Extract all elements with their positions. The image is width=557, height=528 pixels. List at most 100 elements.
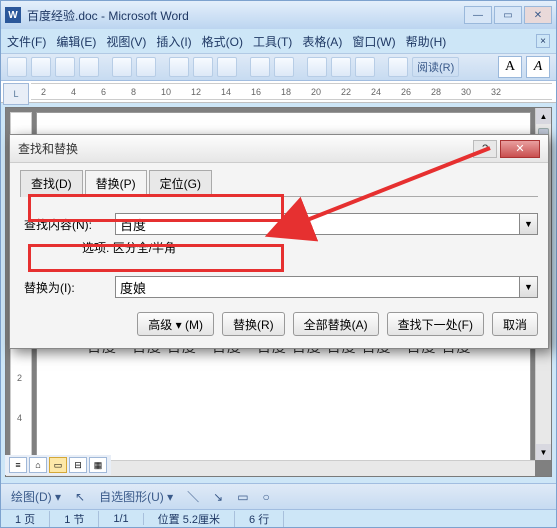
menu-view[interactable]: 视图(V) (106, 33, 146, 50)
tab-goto[interactable]: 定位(G) (149, 170, 212, 197)
outline-view-icon[interactable]: ⊟ (69, 457, 87, 473)
redo-icon[interactable] (274, 57, 294, 77)
menu-format[interactable]: 格式(O) (202, 33, 243, 50)
ruler-tick: 2 (41, 87, 46, 97)
open-icon[interactable] (31, 57, 51, 77)
menu-help[interactable]: 帮助(H) (406, 33, 447, 50)
vruler-tick: 4 (17, 413, 22, 423)
status-section: 1 节 (50, 511, 99, 527)
read-mode-button[interactable]: 阅读(R) (412, 57, 459, 77)
ruler-tick: 12 (191, 87, 201, 97)
rect-icon[interactable]: ▭ (233, 490, 252, 504)
maximize-button[interactable]: ▭ (494, 6, 522, 24)
cut-icon[interactable] (169, 57, 189, 77)
advanced-button[interactable]: 高级 ▾ (M) (137, 312, 214, 336)
status-pages: 1/1 (99, 513, 143, 525)
ruler-tick: 30 (461, 87, 471, 97)
scroll-down-icon[interactable]: ▼ (536, 444, 551, 460)
options-value: 区分全/半角 (113, 241, 176, 255)
dialog-title: 查找和替换 (18, 140, 470, 157)
ruler-tick: 10 (161, 87, 171, 97)
menu-file[interactable]: 文件(F) (7, 33, 46, 50)
find-label: 查找内容(N): (20, 216, 115, 233)
draw-menu[interactable]: 绘图(D) ▾ (7, 488, 65, 505)
copy-icon[interactable] (193, 57, 213, 77)
table-icon[interactable] (307, 57, 327, 77)
options-label: 选项: (82, 241, 109, 255)
dialog-body: 查找(D) 替换(P) 定位(G) 查找内容(N): ▼ 选项: 区分全/半角 … (10, 163, 548, 348)
normal-view-icon[interactable]: ≡ (9, 457, 27, 473)
show-marks-icon[interactable] (355, 57, 375, 77)
status-position: 位置 5.2厘米 (144, 511, 235, 527)
menu-window[interactable]: 窗口(W) (352, 33, 395, 50)
replace-label: 替换为(I): (20, 279, 115, 296)
ruler-corner: L (3, 83, 29, 105)
find-next-button[interactable]: 查找下一处(F) (387, 312, 484, 336)
replace-button[interactable]: 替换(R) (222, 312, 285, 336)
statusbar: 1 页 1 节 1/1 位置 5.2厘米 6 行 (1, 509, 556, 527)
standard-toolbar: 阅读(R) A A (1, 53, 556, 81)
status-page: 1 页 (1, 511, 50, 527)
preview-icon[interactable] (136, 57, 156, 77)
dialog-tabs: 查找(D) 替换(P) 定位(G) (20, 169, 538, 197)
menubar: 文件(F) 编辑(E) 视图(V) 插入(I) 格式(O) 工具(T) 表格(A… (1, 29, 556, 53)
dialog-close-button[interactable]: ✕ (500, 140, 540, 158)
word-icon: W (5, 7, 21, 23)
arrow-icon[interactable]: ↘ (209, 490, 227, 504)
print-view-icon[interactable]: ▭ (49, 457, 67, 473)
replace-dropdown-icon[interactable]: ▼ (520, 276, 538, 298)
oval-icon[interactable]: ○ (259, 490, 274, 504)
ruler-tick: 28 (431, 87, 441, 97)
new-doc-icon[interactable] (7, 57, 27, 77)
replace-all-button[interactable]: 全部替换(A) (293, 312, 379, 336)
cancel-button[interactable]: 取消 (492, 312, 538, 336)
doc-close-button[interactable]: × (536, 34, 550, 48)
line-icon[interactable]: ＼ (183, 488, 203, 505)
drawing-toolbar: 绘图(D) ▾ ↖ 自选图形(U) ▾ ＼ ↘ ▭ ○ (1, 483, 556, 509)
status-line: 6 行 (235, 511, 284, 527)
map-icon[interactable] (388, 57, 408, 77)
ruler-tick: 6 (101, 87, 106, 97)
ruler-tick: 20 (311, 87, 321, 97)
font-size-up-button[interactable]: A (498, 56, 522, 78)
columns-icon[interactable] (331, 57, 351, 77)
ruler-tick: 22 (341, 87, 351, 97)
ruler-row: L 2 4 6 8 10 12 14 16 18 20 22 24 26 28 … (1, 81, 556, 103)
autoshape-menu[interactable]: 自选图形(U) ▾ (95, 488, 177, 505)
horizontal-ruler[interactable]: 2 4 6 8 10 12 14 16 18 20 22 24 26 28 30… (31, 83, 552, 100)
find-dropdown-icon[interactable]: ▼ (520, 213, 538, 235)
menu-tools[interactable]: 工具(T) (253, 33, 292, 50)
menu-table[interactable]: 表格(A) (302, 33, 342, 50)
titlebar: W 百度经验.doc - Microsoft Word — ▭ ✕ (1, 1, 556, 29)
dialog-titlebar[interactable]: 查找和替换 ? ✕ (10, 135, 548, 163)
undo-icon[interactable] (250, 57, 270, 77)
read-view-icon[interactable]: ▦ (89, 457, 107, 473)
minimize-button[interactable]: — (464, 6, 492, 24)
font-style-button[interactable]: A (526, 56, 550, 78)
permission-icon[interactable] (79, 57, 99, 77)
window-title: 百度经验.doc - Microsoft Word (27, 7, 464, 24)
close-button[interactable]: ✕ (524, 6, 552, 24)
web-view-icon[interactable]: ⌂ (29, 457, 47, 473)
save-icon[interactable] (55, 57, 75, 77)
ruler-tick: 32 (491, 87, 501, 97)
ruler-tick: 16 (251, 87, 261, 97)
ruler-tick: 14 (221, 87, 231, 97)
tab-find[interactable]: 查找(D) (20, 170, 83, 197)
find-input[interactable] (115, 213, 520, 235)
tab-replace[interactable]: 替换(P) (85, 170, 147, 197)
print-icon[interactable] (112, 57, 132, 77)
dialog-help-button[interactable]: ? (473, 140, 497, 158)
ruler-tick: 4 (71, 87, 76, 97)
ruler-tick: 8 (131, 87, 136, 97)
menu-insert[interactable]: 插入(I) (156, 33, 191, 50)
scroll-up-icon[interactable]: ▲ (536, 108, 551, 124)
replace-input[interactable] (115, 276, 520, 298)
find-replace-dialog: 查找和替换 ? ✕ 查找(D) 替换(P) 定位(G) 查找内容(N): ▼ 选… (9, 134, 549, 349)
paste-icon[interactable] (217, 57, 237, 77)
menu-edit[interactable]: 编辑(E) (56, 33, 96, 50)
ruler-tick: 26 (401, 87, 411, 97)
select-arrow-icon[interactable]: ↖ (71, 490, 89, 504)
ruler-tick: 18 (281, 87, 291, 97)
vruler-tick: 2 (17, 373, 22, 383)
